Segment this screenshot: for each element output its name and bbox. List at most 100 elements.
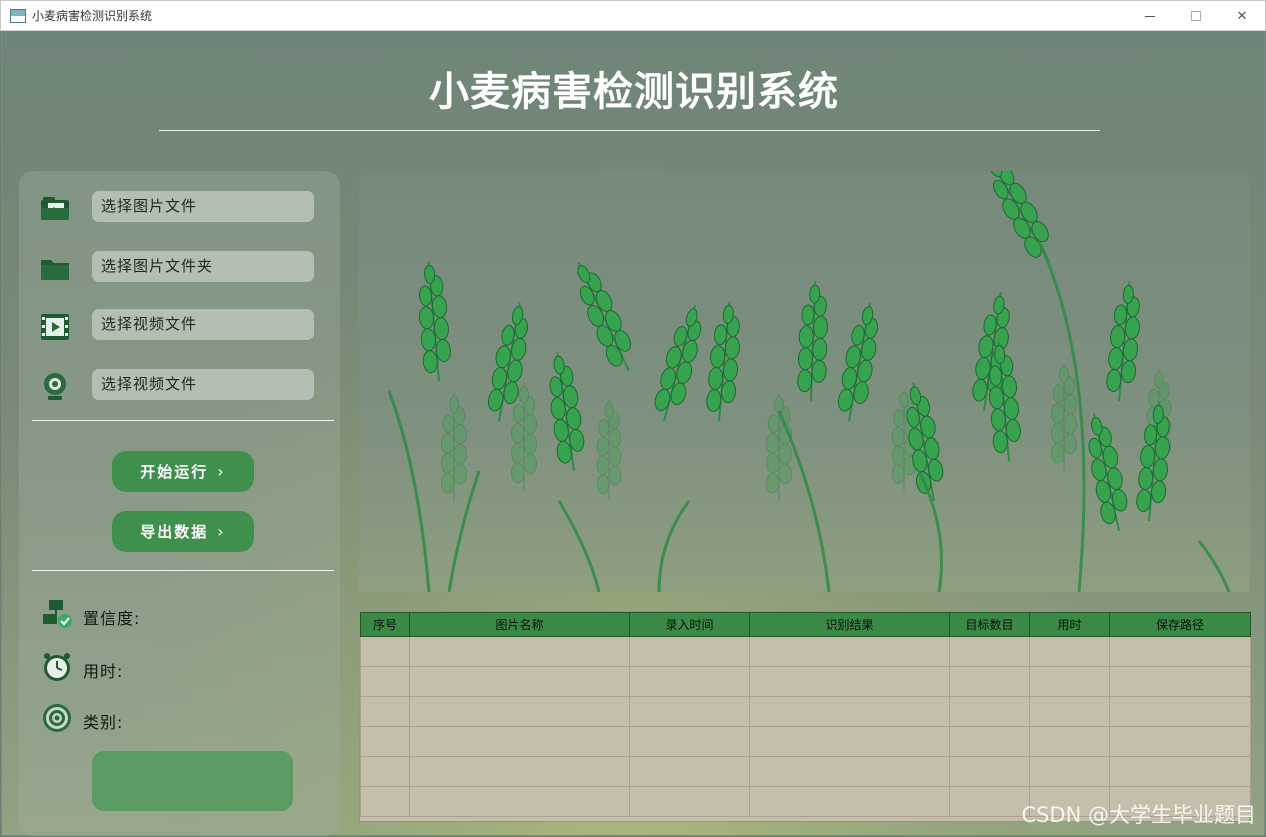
column-header-result[interactable]: 识别结果 xyxy=(749,612,950,637)
table-cell xyxy=(1109,636,1251,667)
table-cell xyxy=(629,756,750,787)
table-cell xyxy=(749,636,950,667)
window-title: 小麦病害检测识别系统 xyxy=(32,9,153,23)
export-button[interactable]: 导出数据 › xyxy=(112,511,254,552)
panel-divider xyxy=(32,420,334,421)
table-cell xyxy=(949,666,1030,697)
page-title: 小麦病害检测识别系统 xyxy=(429,69,839,115)
folder-icon xyxy=(41,260,69,280)
table-cell xyxy=(749,756,950,787)
control-panel: 选择图片文件 选择图片文件夹 选择视频文件 选择视频文件 开始运行 › 导出数据… xyxy=(19,171,340,836)
table-cell xyxy=(1029,726,1110,757)
column-header-entry-time[interactable]: 录入时间 xyxy=(629,612,750,637)
table-cell xyxy=(949,696,1030,727)
table-cell xyxy=(360,726,410,757)
table-cell xyxy=(409,666,630,697)
table-cell xyxy=(1029,636,1110,667)
table-row[interactable] xyxy=(360,756,1251,787)
table-cell xyxy=(1029,666,1110,697)
table-row[interactable] xyxy=(360,726,1251,757)
wheat-illustration xyxy=(387,171,1231,592)
table-cell xyxy=(749,696,950,727)
column-header-save-path[interactable]: 保存路径 xyxy=(1109,612,1251,637)
table-cell xyxy=(1109,696,1251,727)
window-controls: ✕ xyxy=(1127,1,1265,31)
webcam-icon xyxy=(44,373,66,400)
file-row-camera: 选择视频文件 xyxy=(19,369,340,409)
select-camera-button[interactable]: 选择视频文件 xyxy=(92,369,314,400)
table-cell xyxy=(360,786,410,817)
table-cell xyxy=(360,756,410,787)
table-cell xyxy=(949,636,1030,667)
table-cell xyxy=(629,696,750,727)
table-cell xyxy=(409,756,630,787)
confidence-label: 置信度: xyxy=(83,609,141,628)
alarm-clock-icon xyxy=(44,653,70,681)
app-window: 小麦病害检测识别系统 选择图片文件 选择图片文件夹 选择视频文件 选择视频文件 … xyxy=(1,31,1265,836)
table-cell xyxy=(749,666,950,697)
export-button-label: 导出数据 xyxy=(140,523,209,541)
start-button[interactable]: 开始运行 › xyxy=(112,451,254,492)
select-image-button[interactable]: 选择图片文件 xyxy=(92,191,314,222)
result-display xyxy=(92,751,293,811)
table-cell xyxy=(409,636,630,667)
table-cell xyxy=(360,666,410,697)
image-file-icon xyxy=(41,197,69,220)
results-table[interactable]: 序号 图片名称 录入时间 识别结果 目标数目 用时 保存路径 xyxy=(359,611,1251,822)
column-header-target-count[interactable]: 目标数目 xyxy=(949,612,1030,637)
select-folder-button[interactable]: 选择图片文件夹 xyxy=(92,251,314,282)
column-header-duration[interactable]: 用时 xyxy=(1029,612,1110,637)
app-icon xyxy=(10,8,26,23)
table-cell xyxy=(629,726,750,757)
table-cell xyxy=(1109,726,1251,757)
close-button[interactable]: ✕ xyxy=(1219,1,1265,31)
results-table-grid: 序号 图片名称 录入时间 识别结果 目标数目 用时 保存路径 xyxy=(360,612,1251,817)
table-cell xyxy=(949,786,1030,817)
table-cell xyxy=(749,786,950,817)
file-row-folder: 选择图片文件夹 xyxy=(19,251,340,291)
table-cell xyxy=(749,726,950,757)
panel-divider xyxy=(32,570,334,571)
class-label: 类别: xyxy=(83,713,124,732)
select-video-button[interactable]: 选择视频文件 xyxy=(92,309,314,340)
minimize-icon xyxy=(1145,15,1155,17)
table-cell xyxy=(1029,756,1110,787)
chevron-right-icon: › xyxy=(217,462,226,481)
maximize-icon xyxy=(1191,11,1201,21)
table-cell xyxy=(1109,666,1251,697)
video-file-icon xyxy=(41,314,69,340)
minimize-button[interactable] xyxy=(1127,1,1173,31)
class-row: 类别: xyxy=(41,702,321,736)
table-cell xyxy=(949,726,1030,757)
column-header-image-name[interactable]: 图片名称 xyxy=(409,612,630,637)
window-titlebar: 小麦病害检测识别系统 ✕ xyxy=(0,0,1266,31)
file-row-video: 选择视频文件 xyxy=(19,309,340,349)
table-cell xyxy=(629,666,750,697)
title-divider xyxy=(159,130,1100,131)
confidence-row: 置信度: xyxy=(41,598,321,632)
chevron-right-icon: › xyxy=(217,522,226,541)
image-display xyxy=(359,171,1250,592)
table-cell xyxy=(360,696,410,727)
table-cell xyxy=(409,786,630,817)
table-cell xyxy=(949,756,1030,787)
table-row[interactable] xyxy=(360,636,1251,667)
table-cell xyxy=(629,636,750,667)
target-icon xyxy=(43,704,71,732)
maximize-button[interactable] xyxy=(1173,1,1219,31)
table-cell xyxy=(409,696,630,727)
table-cell xyxy=(409,726,630,757)
column-header-index[interactable]: 序号 xyxy=(360,612,410,637)
table-row[interactable] xyxy=(360,696,1251,727)
table-header-row: 序号 图片名称 录入时间 识别结果 目标数目 用时 保存路径 xyxy=(360,612,1251,637)
table-cell xyxy=(360,636,410,667)
file-row-image: 选择图片文件 xyxy=(19,191,340,231)
confidence-icon xyxy=(43,600,72,628)
table-cell xyxy=(629,786,750,817)
table-row[interactable] xyxy=(360,666,1251,697)
table-cell xyxy=(1109,756,1251,787)
time-row: 用时: xyxy=(41,651,321,685)
table-cell xyxy=(1029,696,1110,727)
time-label: 用时: xyxy=(83,662,124,681)
watermark: CSDN @大学生毕业题目 xyxy=(1021,803,1256,827)
